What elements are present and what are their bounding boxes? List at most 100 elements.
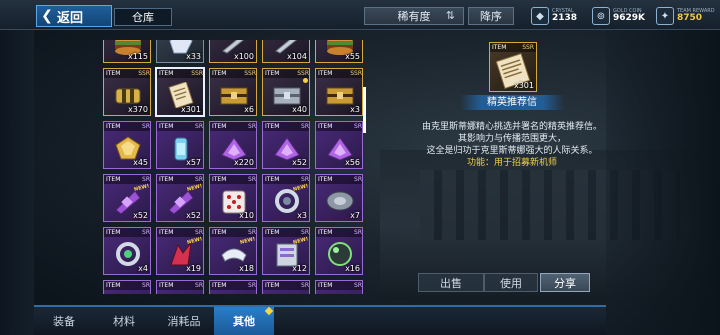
item-rank: SR <box>142 123 150 130</box>
item-count: x3 <box>297 211 307 220</box>
share-button[interactable]: 分享 <box>540 273 590 292</box>
item-rank: SR <box>354 123 362 130</box>
category-tab[interactable]: 消耗品 <box>154 307 214 335</box>
item-count: x10 <box>239 211 254 220</box>
inventory-item-slot[interactable]: ITEM SR NEW! x3 <box>262 174 310 222</box>
item-rank: SR <box>354 176 362 183</box>
item-tag: ITEM <box>212 70 227 77</box>
category-tabs: 装备 材料 消耗品 其他 <box>34 305 606 335</box>
inventory-item-slot[interactable]: ITEM SR x10 <box>209 174 257 222</box>
inventory-item-slot[interactable]: ITEM SR NEW! x18 <box>209 227 257 275</box>
item-tag-bar: ITEM SR <box>210 281 256 290</box>
rarity-sort-label: 稀有度 <box>397 10 431 23</box>
item-tag: ITEM <box>159 176 174 183</box>
inventory-item-slot[interactable]: ITEM SR x4 <box>103 227 151 275</box>
item-count: x45 <box>133 158 148 167</box>
item-count: x40 <box>292 105 307 114</box>
item-rank: SR <box>142 229 150 236</box>
inventory-item-slot[interactable]: ITEM SR NEW! x19 <box>156 227 204 275</box>
category-tab-label: 材料 <box>113 315 135 328</box>
inventory-item-slot[interactable]: ITEMx115 <box>103 40 151 63</box>
inventory-item-slot[interactable]: ITEMNEW!x55 <box>315 40 363 63</box>
item-tag: ITEM <box>106 282 121 289</box>
inventory-item-slot[interactable]: ITEM SR <box>103 280 151 294</box>
category-tab[interactable]: 材料 <box>94 307 154 335</box>
item-count: x19 <box>186 264 201 273</box>
category-tab[interactable]: 装备 <box>34 307 94 335</box>
item-count: x16 <box>345 264 360 273</box>
item-count: x100 <box>233 52 254 61</box>
currency-gold[interactable]: ⊚ GOLD COIN 9629K <box>592 6 645 26</box>
item-function: 功能：用于招募新机师 <box>466 158 557 168</box>
inventory-item-slot[interactable]: ITEM SR x220 <box>209 121 257 169</box>
item-tag: ITEM <box>265 70 280 77</box>
inventory-item-slot[interactable]: ITEM SR NEW! x52 <box>103 174 151 222</box>
item-count: x52 <box>186 211 201 220</box>
category-tab[interactable]: 其他 <box>214 306 274 335</box>
item-count: x18 <box>239 264 254 273</box>
order-button[interactable]: 降序 <box>468 7 514 25</box>
item-tag: ITEM <box>106 229 121 236</box>
inventory-item-slot[interactable]: ITEMx100 <box>209 40 257 63</box>
item-tag: ITEM <box>265 229 280 236</box>
item-tag: ITEM <box>159 123 174 130</box>
item-tag-bar: ITEM SR <box>210 175 256 184</box>
inventory-item-slot[interactable]: ITEM SSR x40 <box>262 68 310 116</box>
item-count: x301 <box>180 105 201 114</box>
back-button[interactable]: ❮ 返回 <box>36 5 112 27</box>
inventory-item-slot[interactable]: ITEM SR NEW! x12 <box>262 227 310 275</box>
inventory-item-slot[interactable]: ITEM SR <box>262 280 310 294</box>
inventory-item-slot[interactable]: ITEMNEW!x33 <box>156 40 204 63</box>
top-bar: ❮ 返回 仓库 稀有度 ⇅ 降序 ◆ CRYSTAL 2138 ⊚ GOLD C… <box>0 0 720 30</box>
item-tag-bar: ITEM SSR <box>263 69 309 78</box>
currency-crystal[interactable]: ◆ CRYSTAL 2138 <box>531 6 577 26</box>
item-tag-bar: ITEM SSR <box>210 69 256 78</box>
item-rank: SSR <box>191 70 203 77</box>
item-count: x4 <box>138 264 148 273</box>
currency-team-reward[interactable]: ✦ TEAM REWARD 8750 <box>656 6 715 26</box>
inventory-item-slot[interactable]: ITEM SR <box>315 280 363 294</box>
inventory-item-slot[interactable]: ITEM SR x57 <box>156 121 204 169</box>
use-button[interactable]: 使用 <box>484 273 538 292</box>
inventory-item-slot[interactable]: ITEM SSR x301 <box>155 67 205 117</box>
item-count: x12 <box>292 264 307 273</box>
item-description: 由克里斯蒂娜精心挑选并署名的精英推荐信。 其影响力与传播范围更大， 这全是归功于… <box>396 121 628 169</box>
item-tag-bar: ITEM SR <box>104 122 150 131</box>
item-count: x6 <box>244 105 254 114</box>
inventory-item-slot[interactable]: ITEM SSR x3 <box>315 68 363 116</box>
item-tag: ITEM <box>159 70 174 77</box>
item-count: x56 <box>345 158 360 167</box>
inventory-item-slot[interactable]: ITEM SSR x6 <box>209 68 257 116</box>
sell-button[interactable]: 出售 <box>418 273 484 292</box>
inventory-item-slot[interactable]: ITEM SR NEW! x52 <box>156 174 204 222</box>
inventory-item-slot[interactable]: ITEM SR x45 <box>103 121 151 169</box>
item-tag: ITEM <box>318 123 333 130</box>
tab-warehouse[interactable]: 仓库 <box>114 8 172 26</box>
inventory-item-slot[interactable]: ITEM SR x7 <box>315 174 363 222</box>
swap-icon: ⇅ <box>445 9 455 22</box>
category-tab-label: 装备 <box>53 315 75 328</box>
inventory-item-slot[interactable]: ITEM SSR x370 <box>103 68 151 116</box>
item-count: x3 <box>350 105 360 114</box>
item-tag: ITEM <box>106 123 121 130</box>
detail-item-name: 精英推荐信 <box>460 95 564 110</box>
item-rank: SR <box>248 123 256 130</box>
item-tag-bar: ITEM SR <box>210 228 256 237</box>
inventory-item-slot[interactable]: ITEM SR <box>156 280 204 294</box>
item-tag: ITEM <box>106 70 121 77</box>
item-tag: ITEM <box>159 229 174 236</box>
item-count: x52 <box>292 158 307 167</box>
item-tag-bar: ITEM SR <box>104 228 150 237</box>
crystal-icon: ◆ <box>531 7 549 25</box>
currency-value: 8750 <box>677 13 703 23</box>
inventory-item-slot[interactable]: ITEMNEW!x104 <box>262 40 310 63</box>
item-tag-bar: ITEM SR <box>263 175 309 184</box>
inventory-item-slot[interactable]: ITEM SR x56 <box>315 121 363 169</box>
inventory-item-slot[interactable]: ITEM SR x52 <box>262 121 310 169</box>
inventory-grid[interactable]: ITEMx115ITEMNEW!x33ITEMx100ITEMNEW!x104I… <box>103 40 367 294</box>
inventory-item-slot[interactable]: ITEM SR <box>209 280 257 294</box>
rarity-sort-button[interactable]: 稀有度 ⇅ <box>364 7 464 25</box>
inventory-scrollbar[interactable] <box>363 87 366 133</box>
item-tag: ITEM <box>106 176 121 183</box>
inventory-item-slot[interactable]: ITEM SR x16 <box>315 227 363 275</box>
